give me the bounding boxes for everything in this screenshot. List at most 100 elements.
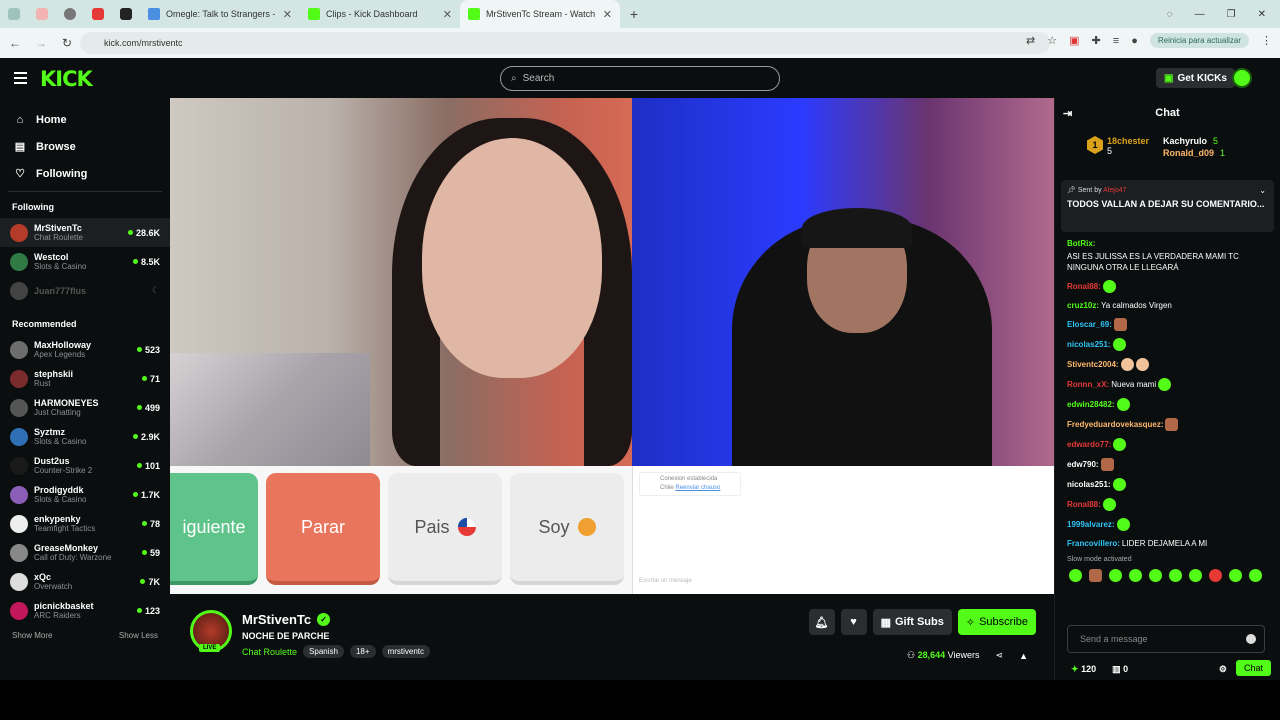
chat-username[interactable]: nicolas251:	[1067, 339, 1111, 350]
close-icon[interactable]: ✕	[603, 8, 612, 21]
maximize-icon[interactable]: ❐	[1227, 9, 1236, 20]
send-message-input[interactable]: Send a message	[1067, 625, 1265, 653]
menu-icon[interactable]: ⋮	[1261, 34, 1272, 47]
sidebar-channel-juan777flus[interactable]: Juan777flus ☾	[0, 276, 170, 305]
tag[interactable]: mrstiventc	[381, 645, 430, 658]
sidebar-channel-maxholloway[interactable]: MaxHolloway Apex Legends 523	[0, 335, 170, 364]
omegle-message-link[interactable]: Reenviar chauso	[675, 485, 720, 491]
extension-icon[interactable]: ▣	[1069, 34, 1079, 47]
chat-send-button[interactable]: Chat	[1235, 660, 1271, 676]
minimize-icon[interactable]: —	[1195, 9, 1205, 20]
siguiente-button[interactable]: iguiente	[170, 473, 258, 585]
follow-button[interactable]: ♥	[840, 609, 867, 635]
chat-username[interactable]: BotRix:	[1067, 238, 1095, 249]
emote-icon[interactable]	[1209, 569, 1222, 582]
close-icon[interactable]: ✕	[283, 8, 292, 21]
soy-button[interactable]: Soy	[510, 473, 624, 585]
hamburger-menu-icon[interactable]	[14, 72, 27, 87]
tag[interactable]: 18+	[349, 645, 376, 658]
chat-username[interactable]: Eloscar_69:	[1067, 319, 1112, 330]
sidebar-channel-westcol[interactable]: Westcol Slots & Casino 8.5K	[0, 247, 170, 276]
update-button[interactable]: Reinicia para actualizar	[1149, 33, 1249, 48]
chat-username[interactable]: edwin28482:	[1067, 399, 1115, 410]
parar-button[interactable]: Parar	[266, 473, 380, 585]
nav-following[interactable]: ♡ Following	[0, 160, 170, 187]
pinned-tab-youtube[interactable]	[84, 0, 112, 28]
omegle-chat-box[interactable]: Conexion establecida Chile Reenviar chaus…	[632, 466, 1054, 594]
avatar-icon[interactable]: ●	[1131, 35, 1138, 47]
url-field[interactable]: kick.com/mrstiventc	[80, 32, 1050, 54]
nav-home[interactable]: ⌂ Home	[0, 106, 170, 133]
subscribe-button[interactable]: ✧ Subscribe	[957, 609, 1036, 635]
show-more-link[interactable]: Show More	[12, 631, 52, 640]
chat-username[interactable]: Stiventc2004:	[1067, 359, 1119, 370]
pais-button[interactable]: Pais	[388, 473, 502, 585]
profile-icon[interactable]: ◌	[1167, 9, 1173, 20]
notification-bell-button[interactable]: 🔔︎	[808, 609, 835, 635]
pinned-tab[interactable]	[56, 0, 84, 28]
get-kicks-button[interactable]: ▣ Get KICKs	[1156, 68, 1235, 88]
omegle-input-placeholder[interactable]: Escribe un mensaje	[639, 578, 692, 584]
back-icon[interactable]: ←	[4, 36, 26, 50]
collapse-chat-icon[interactable]: ⇥	[1063, 107, 1072, 120]
emote-icon[interactable]	[1129, 569, 1142, 582]
chat-username[interactable]: Fredyeduardovekasquez:	[1067, 419, 1163, 430]
emote-icon[interactable]	[1089, 569, 1102, 582]
emote-icon[interactable]	[1149, 569, 1162, 582]
chat-username[interactable]: Francovillero:	[1067, 538, 1120, 549]
streamer-name[interactable]: MrStivenTc	[242, 612, 311, 627]
search-input[interactable]: ⌕ Search	[500, 66, 780, 91]
kicks-balance[interactable]: ✦ 120	[1071, 664, 1096, 675]
translate-icon[interactable]: ⇄	[1026, 34, 1035, 47]
sidebar-channel-stephskii[interactable]: stephskii Rust 71	[0, 364, 170, 393]
close-window-icon[interactable]: ✕	[1258, 9, 1266, 20]
leader-name[interactable]: 18chester	[1107, 136, 1149, 146]
user-avatar[interactable]	[1232, 68, 1252, 88]
pinned-tab[interactable]	[112, 0, 140, 28]
browser-tab-active[interactable]: MrStivenTc Stream - Watch ✕	[460, 0, 620, 28]
puzzle-icon[interactable]: ✚	[1092, 34, 1101, 47]
settings-gear-icon[interactable]: ⚙	[1219, 664, 1227, 675]
nav-browse[interactable]: ▤ Browse	[0, 133, 170, 160]
browser-tab[interactable]: Omegle: Talk to Strangers - ✕	[140, 0, 300, 28]
emote-icon[interactable]	[1069, 569, 1082, 582]
leader-name[interactable]: Kachyrulo	[1163, 136, 1207, 146]
chat-username[interactable]: Ronal88:	[1067, 281, 1101, 292]
browser-tab[interactable]: Clips - Kick Dashboard ✕	[300, 0, 460, 28]
sidebar-channel-xqc[interactable]: xQc Overwatch 7K	[0, 567, 170, 596]
kick-logo[interactable]: KICK	[40, 67, 93, 91]
video-player[interactable]: iguiente Parar Pais Soy Conexion estable…	[170, 98, 1054, 594]
chest-balance[interactable]: ▥ 0	[1112, 664, 1128, 675]
sidebar-channel-syztmz[interactable]: Syztmz Slots & Casino 2.9K	[0, 422, 170, 451]
new-tab-icon[interactable]: +	[620, 0, 648, 28]
emote-icon[interactable]	[1109, 569, 1122, 582]
sidebar-channel-greasemonkey[interactable]: GreaseMonkey Call of Duty: Warzone 59	[0, 538, 170, 567]
sidebar-channel-prodigyddk[interactable]: Prodigyddk Slots & Casino 1.7K	[0, 480, 170, 509]
report-icon[interactable]: ▲	[1019, 651, 1028, 661]
leader-name[interactable]: Ronald_d09	[1163, 148, 1214, 158]
emote-icon[interactable]	[1229, 569, 1242, 582]
sidebar-channel-enkypenky[interactable]: enkypenky Teamfight Tactics 78	[0, 509, 170, 538]
bookmark-icon[interactable]: ☆	[1047, 34, 1057, 47]
chat-username[interactable]: Ronal88:	[1067, 499, 1101, 510]
sidebar-channel-harmoneyes[interactable]: HARMONEYES Just Chatting 499	[0, 393, 170, 422]
emote-icon[interactable]	[1189, 569, 1202, 582]
pinned-tab[interactable]	[28, 0, 56, 28]
chat-username[interactable]: nicolas251:	[1067, 479, 1111, 490]
chat-username[interactable]: cruz10z:	[1067, 300, 1099, 311]
show-less-link[interactable]: Show Less	[119, 631, 158, 640]
pinned-message[interactable]: 📌︎ Sent by Alejo47 TODOS VALLAN A DEJAR …	[1061, 180, 1274, 232]
tab-search-icon[interactable]	[0, 0, 28, 28]
sidebar-channel-dust2us[interactable]: Dust2us Counter-Strike 2 101	[0, 451, 170, 480]
category-link[interactable]: Chat Roulette	[242, 647, 297, 657]
chat-username[interactable]: edwardo77:	[1067, 439, 1111, 450]
chat-username[interactable]: 1999alvarez:	[1067, 519, 1115, 530]
media-icon[interactable]: ≡	[1113, 35, 1119, 47]
chevron-down-icon[interactable]: ⌄	[1259, 186, 1266, 195]
sidebar-channel-mrstiventc[interactable]: MrStivenTc Chat Roulette 28.6K	[0, 218, 170, 247]
gift-subs-button[interactable]: ▦ Gift Subs	[872, 609, 952, 635]
forward-icon[interactable]: →	[30, 36, 52, 50]
reload-icon[interactable]: ↻	[56, 36, 78, 50]
pinned-sender-name[interactable]: Alejo47	[1103, 187, 1126, 194]
sidebar-channel-picnickbasket[interactable]: picnickbasket ARC Raiders 123	[0, 596, 170, 625]
